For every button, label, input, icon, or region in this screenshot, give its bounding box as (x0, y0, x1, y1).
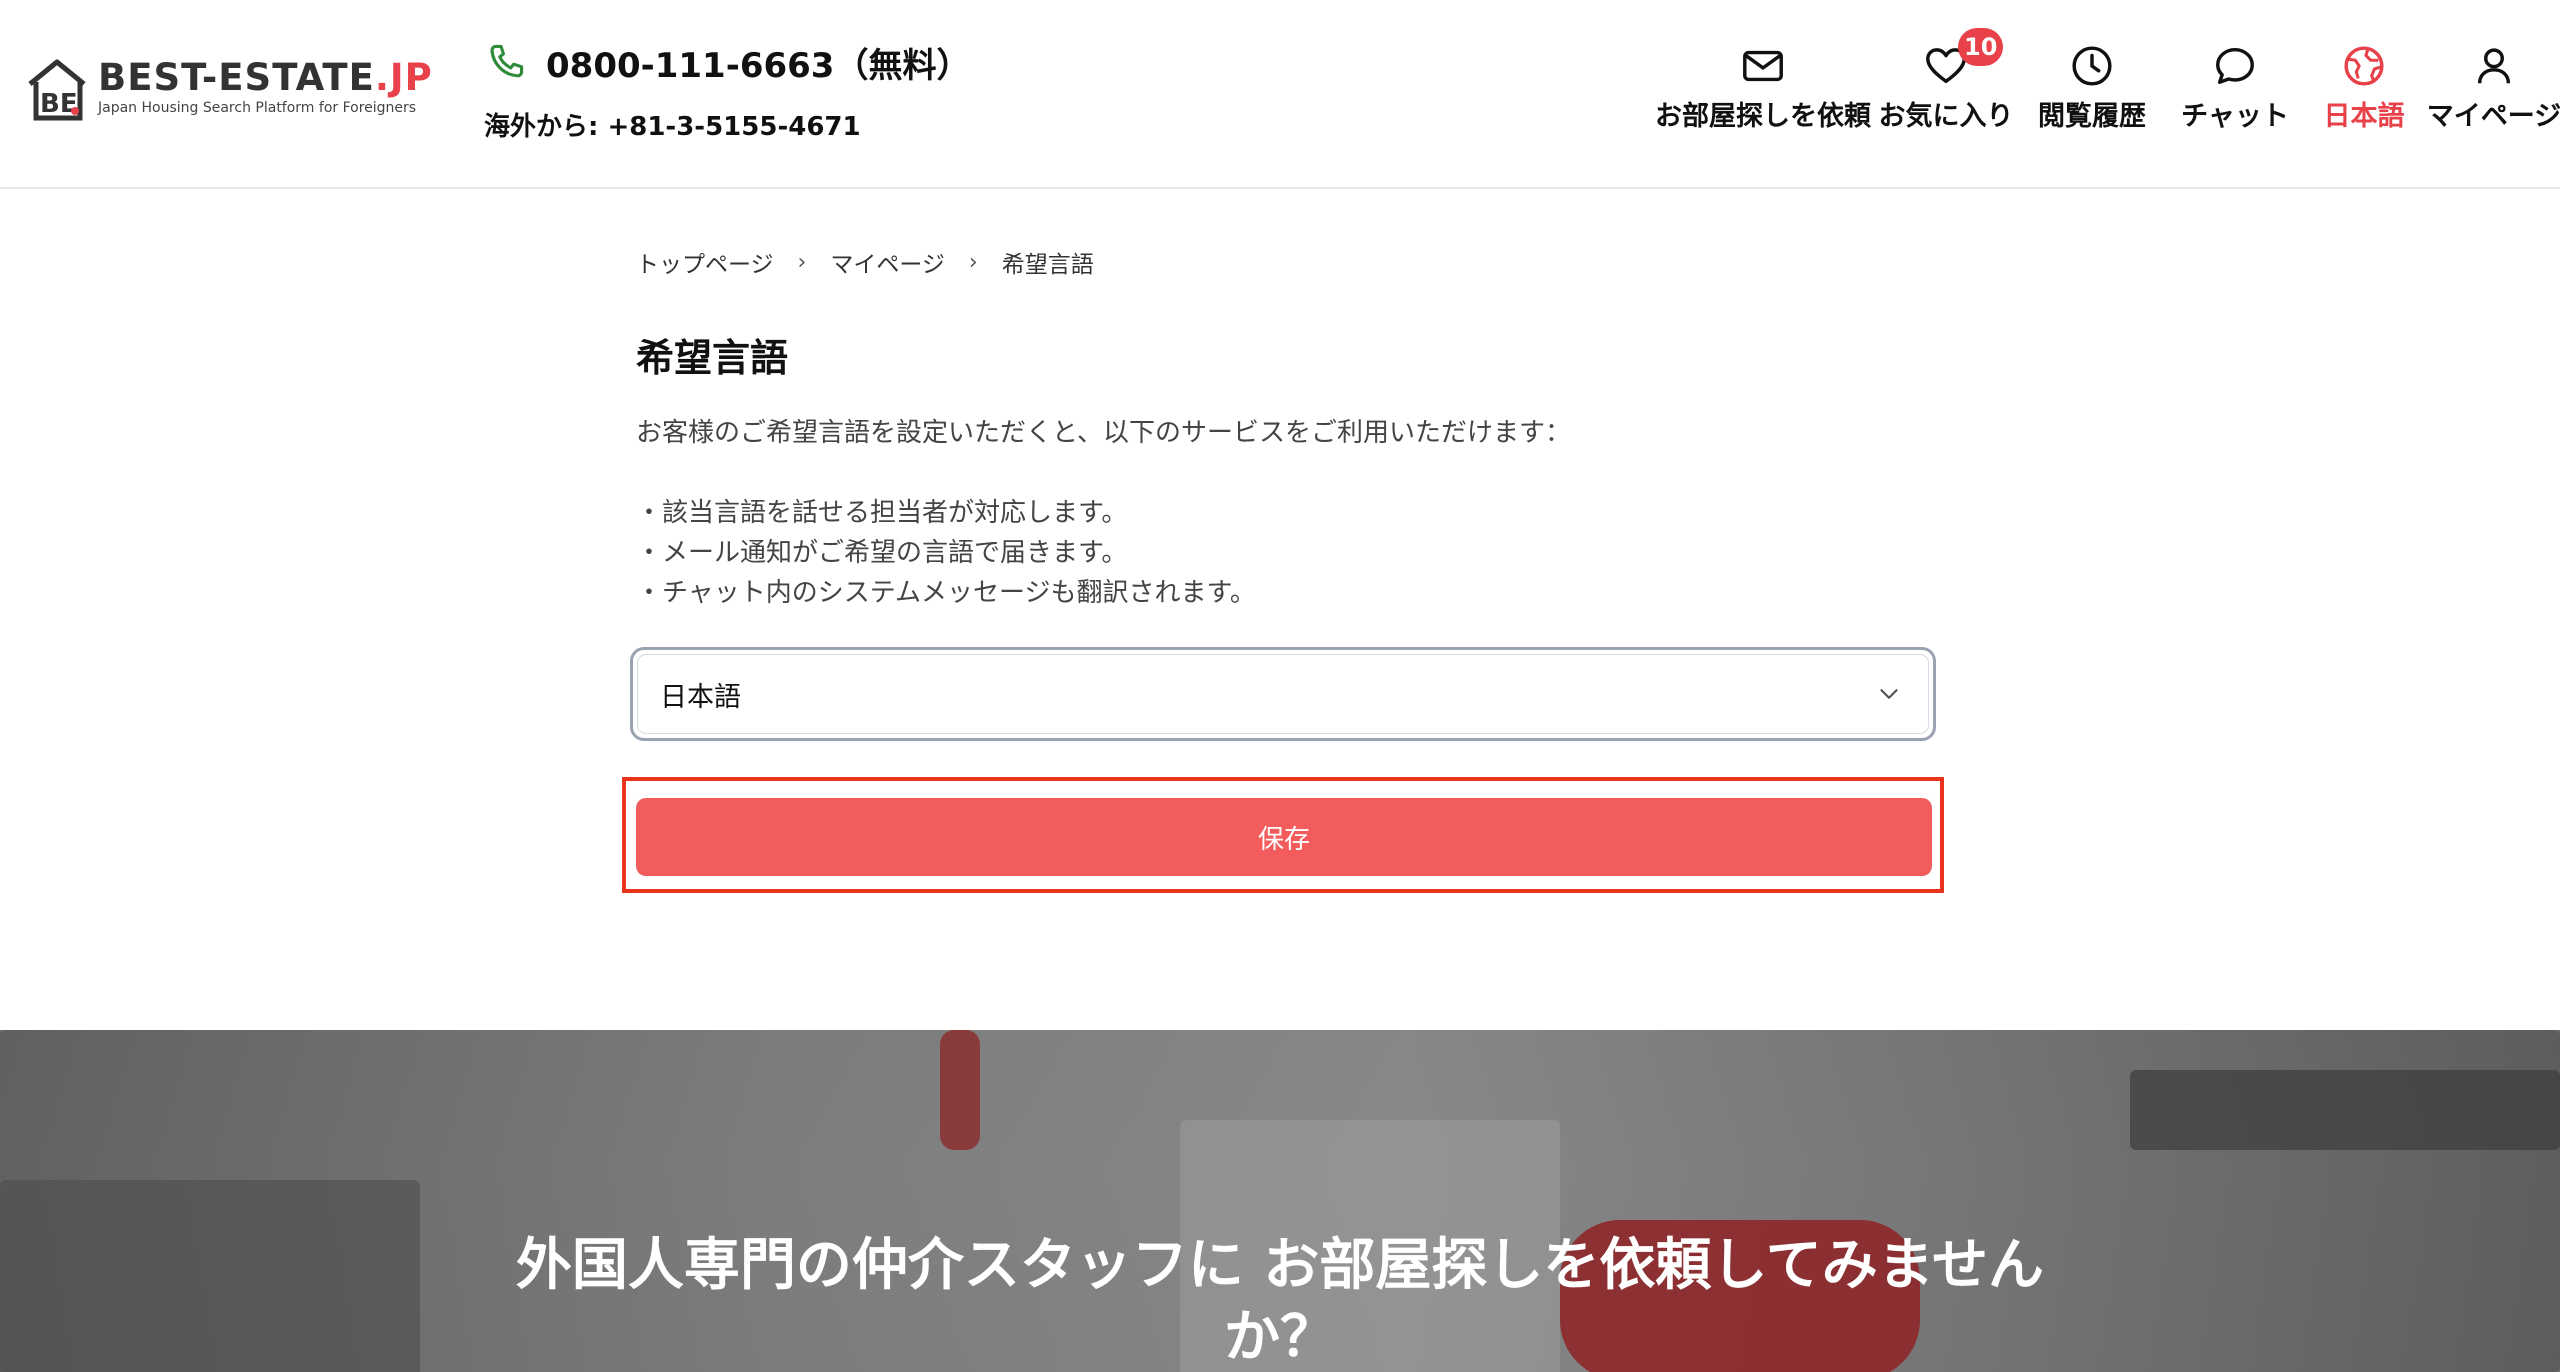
nav-history[interactable]: 閲覧履歴 (2014, 0, 2170, 189)
chevron-down-icon (1880, 689, 1898, 699)
language-select-value: 日本語 (660, 681, 741, 713)
banner-heading: 外国人専門の仲介スタッフに お部屋探しを依頼してみません か？ (515, 1233, 2045, 1370)
site-header: BE BEST-ESTATE.JP Japan Housing Search P… (0, 0, 2560, 189)
clock-icon (2072, 46, 2112, 86)
globe-icon (2344, 46, 2384, 86)
nav-label: お部屋探しを依頼 (1655, 101, 1871, 132)
site-logo[interactable]: BE BEST-ESTATE.JP Japan Housing Search P… (26, 56, 446, 126)
breadcrumb-top[interactable]: トップページ (636, 245, 774, 279)
nav-language[interactable]: 日本語 (2300, 0, 2428, 189)
user-icon (2477, 48, 2511, 84)
breadcrumb-mypage[interactable]: マイページ (830, 245, 945, 279)
nav-chat[interactable]: チャット (2170, 0, 2300, 189)
page-description: お客様のご希望言語を設定いただくと、以下のサービスをご利用いただけます： (636, 418, 1571, 448)
list-item: ・該当言語を話せる担当者が対応します。 (636, 498, 1128, 528)
breadcrumb-separator: › (968, 249, 978, 275)
contact-info: 0800-111-6663（無料） 海外から: +81-3-5155-4671 (484, 38, 970, 143)
list-item: ・チャット内のシステムメッセージも翻訳されます。 (636, 578, 1256, 608)
nav-request-room[interactable]: お部屋探しを依頼 (1648, 0, 1878, 189)
overseas-phone[interactable]: 海外から: +81-3-5155-4671 (484, 106, 970, 143)
phone-number[interactable]: 0800-111-6663（無料） (546, 38, 970, 87)
logo-title: BEST-ESTATE.JP (98, 56, 433, 99)
chat-bubble-icon (2216, 47, 2254, 85)
mail-icon (1743, 50, 1783, 82)
language-select[interactable]: 日本語 (630, 647, 1936, 741)
request-room-banner[interactable]: 外国人専門の仲介スタッフに お部屋探しを依頼してみません か？ (0, 1030, 2560, 1372)
page-title: 希望言語 (636, 336, 789, 380)
breadcrumb-current: 希望言語 (1001, 252, 1094, 278)
header-nav: お部屋探しを依頼 10 お気に入り 閲覧履歴 チャット 日本語 マイページ (1648, 0, 2560, 189)
phone-icon (490, 44, 524, 78)
breadcrumb: トップページ › マイページ › 希望言語 (636, 245, 1094, 279)
svg-text:BE: BE (40, 89, 78, 119)
breadcrumb-separator: › (797, 249, 807, 275)
nav-mypage[interactable]: マイページ (2426, 0, 2560, 189)
nav-label: マイページ (2426, 101, 2560, 132)
benefit-list: ・該当言語を話せる担当者が対応します。 ・メール通知がご希望の言語で届きます。 … (636, 493, 1256, 613)
nav-label: 閲覧履歴 (2038, 101, 2146, 132)
favorites-count-badge: 10 (1958, 28, 2004, 66)
nav-label: チャット (2181, 101, 2289, 132)
save-button[interactable]: 保存 (636, 798, 1932, 876)
list-item: ・メール通知がご希望の言語で届きます。 (636, 538, 1128, 568)
nav-favorites[interactable]: 10 お気に入り (1878, 0, 2014, 189)
nav-label: お気に入り (1878, 101, 2014, 132)
nav-label: 日本語 (2323, 101, 2405, 132)
house-logo-icon: BE (28, 59, 86, 121)
logo-subtitle: Japan Housing Search Platform for Foreig… (98, 100, 417, 116)
